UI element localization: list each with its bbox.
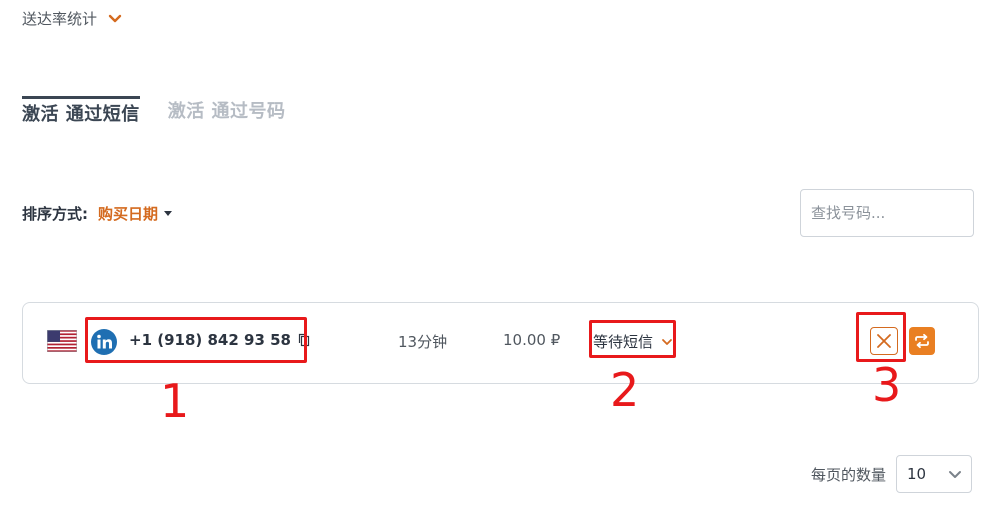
chevron-down-icon bbox=[108, 14, 122, 22]
page-size-value: 10 bbox=[907, 465, 927, 483]
search-input[interactable] bbox=[811, 204, 993, 222]
annotation-number-2: 2 bbox=[610, 363, 640, 417]
annotation-box-status bbox=[589, 320, 676, 358]
repeat-icon bbox=[915, 333, 929, 349]
page-size-select[interactable]: 10 bbox=[896, 455, 973, 493]
activation-tabs: 激活 通过短信 激活 通过号码 bbox=[22, 96, 286, 132]
delivery-stats-label: 送达率统计 bbox=[22, 10, 98, 28]
chevron-down-icon bbox=[949, 471, 962, 478]
sort-label: 排序方式: bbox=[22, 205, 88, 223]
annotation-number-3: 3 bbox=[872, 358, 902, 412]
tab-activation-by-number[interactable]: 激活 通过号码 bbox=[168, 97, 286, 132]
sort-value: 购买日期 bbox=[98, 205, 159, 223]
repeat-button[interactable] bbox=[909, 327, 935, 355]
activation-price: 10.00 ₽ bbox=[503, 331, 561, 349]
tab-activation-by-sms[interactable]: 激活 通过短信 bbox=[22, 96, 140, 132]
delivery-stats-toggle[interactable]: 送达率统计 bbox=[22, 8, 123, 29]
annotation-box-cancel bbox=[856, 312, 906, 362]
activations-page: 送达率统计 激活 通过短信 激活 通过号码 排序方式: 购买日期 查找号码...… bbox=[0, 0, 993, 531]
search-box bbox=[800, 189, 993, 237]
page-size-control: 每页的数量 10 bbox=[811, 455, 973, 493]
annotation-box-phone bbox=[85, 317, 307, 363]
sort-control: 排序方式: 购买日期 bbox=[22, 203, 173, 224]
caret-down-icon bbox=[164, 211, 173, 216]
us-flag-icon bbox=[47, 330, 77, 352]
page-size-label: 每页的数量 bbox=[811, 465, 887, 484]
activation-duration: 13分钟 bbox=[398, 333, 448, 351]
annotation-number-1: 1 bbox=[160, 374, 190, 428]
sort-dropdown[interactable]: 购买日期 bbox=[98, 203, 173, 224]
